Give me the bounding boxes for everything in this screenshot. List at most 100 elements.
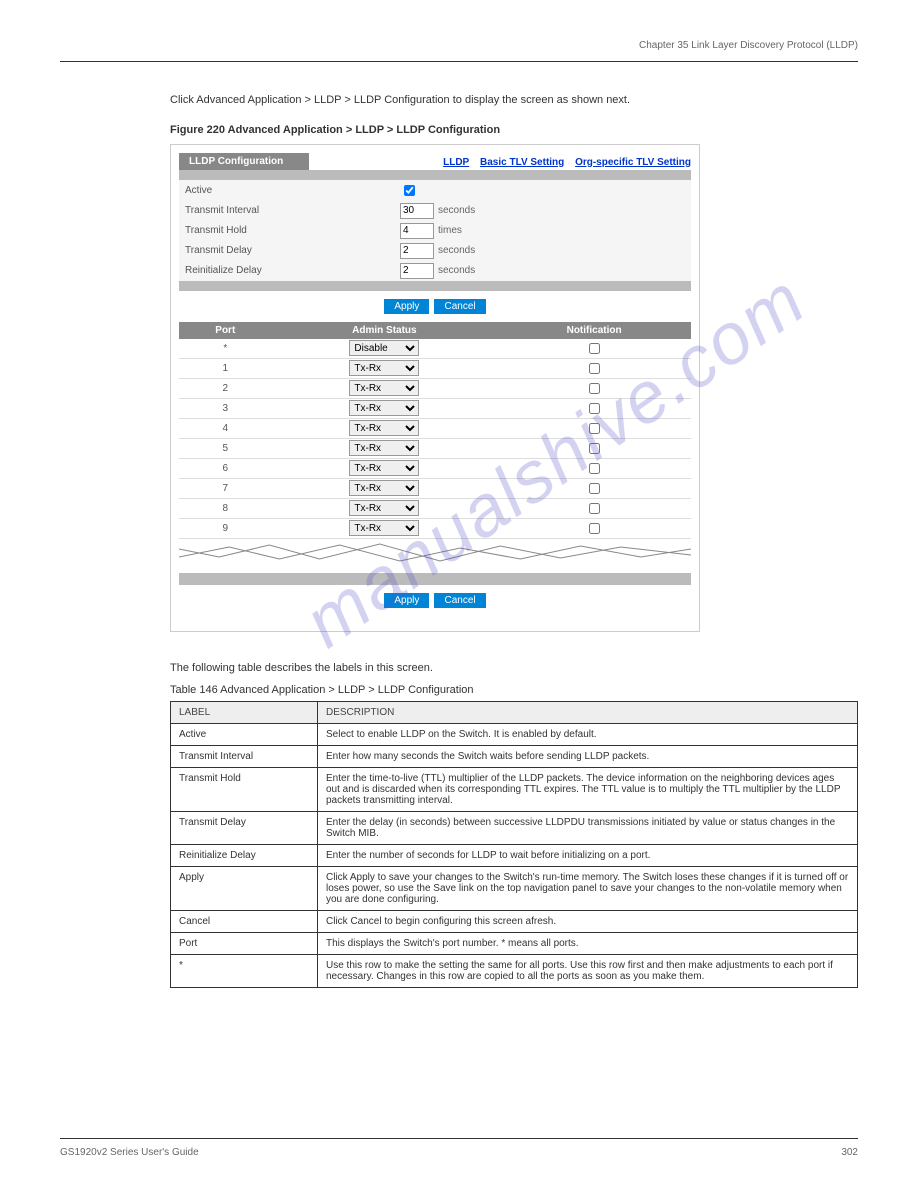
top-links: LLDP Basic TLV Setting Org-specific TLV … xyxy=(435,157,691,168)
tx-interval-input[interactable] xyxy=(400,203,434,219)
footer-right: 302 xyxy=(841,1147,858,1158)
link-basic-tlv[interactable]: Basic TLV Setting xyxy=(480,157,564,168)
table-row: 8 Tx-Rx xyxy=(179,498,691,518)
page-header: Chapter 35 Link Layer Discovery Protocol… xyxy=(60,40,858,62)
col-admin: Admin Status xyxy=(272,322,498,339)
table-row: Transmit DelayEnter the delay (in second… xyxy=(171,811,858,844)
admin-status-select[interactable]: Tx-Rx xyxy=(349,520,419,536)
figure-title: Figure 220 Advanced Application > LLDP >… xyxy=(170,124,858,136)
notification-checkbox[interactable] xyxy=(589,503,600,514)
tx-delay-label: Transmit Delay xyxy=(185,245,400,256)
tx-interval-label: Transmit Interval xyxy=(185,205,400,216)
table-row: PortThis displays the Switch's port numb… xyxy=(171,932,858,954)
desc-text-cell: Enter the delay (in seconds) between suc… xyxy=(318,811,858,844)
port-cell: 8 xyxy=(179,498,272,518)
desc-label-cell: Transmit Delay xyxy=(171,811,318,844)
table-row: 9 Tx-Rx xyxy=(179,518,691,538)
admin-status-select[interactable]: Tx-Rx xyxy=(349,420,419,436)
notification-checkbox[interactable] xyxy=(589,483,600,494)
tx-hold-unit: times xyxy=(438,225,462,236)
table-row: Transmit IntervalEnter how many seconds … xyxy=(171,745,858,767)
reinit-delay-label: Reinitialize Delay xyxy=(185,265,400,276)
config-tab: LLDP Configuration xyxy=(179,153,309,170)
table-row: ActiveSelect to enable LLDP on the Switc… xyxy=(171,723,858,745)
active-label: Active xyxy=(185,185,400,196)
admin-status-select[interactable]: Tx-Rx xyxy=(349,400,419,416)
admin-status-select[interactable]: Tx-Rx xyxy=(349,440,419,456)
col-port: Port xyxy=(179,322,272,339)
port-cell: 4 xyxy=(179,418,272,438)
page-footer: GS1920v2 Series User's Guide 302 xyxy=(60,1138,858,1158)
footer-left: GS1920v2 Series User's Guide xyxy=(60,1147,199,1158)
reinit-delay-input[interactable] xyxy=(400,263,434,279)
table-row: 5 Tx-Rx xyxy=(179,438,691,458)
col-notif: Notification xyxy=(497,322,691,339)
table-row: 6Tx-Rx xyxy=(179,458,691,478)
port-cell: 1 xyxy=(179,358,272,378)
table-row: Reinitialize DelayEnter the number of se… xyxy=(171,844,858,866)
desc-text-cell: Select to enable LLDP on the Switch. It … xyxy=(318,723,858,745)
desc-label-cell: Active xyxy=(171,723,318,745)
intro-text: Click Advanced Application > LLDP > LLDP… xyxy=(170,92,858,109)
notification-checkbox[interactable] xyxy=(589,383,600,394)
cancel-button-bottom[interactable]: Cancel xyxy=(434,593,485,608)
tx-interval-unit: seconds xyxy=(438,205,475,216)
desc-text-cell: Enter the number of seconds for LLDP to … xyxy=(318,844,858,866)
desc-head-label: LABEL xyxy=(171,701,318,723)
notification-checkbox[interactable] xyxy=(589,403,600,414)
tx-delay-input[interactable] xyxy=(400,243,434,259)
active-checkbox[interactable] xyxy=(404,185,415,196)
description-table: LABEL DESCRIPTION ActiveSelect to enable… xyxy=(170,701,858,988)
desc-label-cell: Cancel xyxy=(171,910,318,932)
table-row: ApplyClick Apply to save your changes to… xyxy=(171,866,858,910)
admin-status-select[interactable]: Tx-Rx xyxy=(349,360,419,376)
desc-label-cell: Transmit Hold xyxy=(171,767,318,811)
desc-intro: The following table describes the labels… xyxy=(170,662,858,674)
admin-status-select[interactable]: Disable xyxy=(349,340,419,356)
desc-head-desc: DESCRIPTION xyxy=(318,701,858,723)
desc-text-cell: Use this row to make the setting the sam… xyxy=(318,954,858,987)
port-cell: 9 xyxy=(179,518,272,538)
desc-label-cell: * xyxy=(171,954,318,987)
notification-checkbox[interactable] xyxy=(589,343,600,354)
tx-delay-unit: seconds xyxy=(438,245,475,256)
desc-label-cell: Port xyxy=(171,932,318,954)
notification-checkbox[interactable] xyxy=(589,363,600,374)
torn-edge xyxy=(179,539,691,569)
notification-checkbox[interactable] xyxy=(589,523,600,534)
reinit-delay-unit: seconds xyxy=(438,265,475,276)
form-block: Active Transmit Interval seconds Transmi… xyxy=(179,180,691,281)
table-row: 7 Tx-Rx xyxy=(179,478,691,498)
admin-status-select[interactable]: Tx-Rx xyxy=(349,380,419,396)
desc-text-cell: Click Apply to save your changes to the … xyxy=(318,866,858,910)
port-cell: 5 xyxy=(179,438,272,458)
desc-label-cell: Transmit Interval xyxy=(171,745,318,767)
table-row: CancelClick Cancel to begin configuring … xyxy=(171,910,858,932)
notification-checkbox[interactable] xyxy=(589,423,600,434)
apply-button-bottom[interactable]: Apply xyxy=(384,593,429,608)
desc-label-cell: Reinitialize Delay xyxy=(171,844,318,866)
admin-status-select[interactable]: Tx-Rx xyxy=(349,480,419,496)
header-right: Chapter 35 Link Layer Discovery Protocol… xyxy=(639,40,858,51)
desc-text-cell: Enter how many seconds the Switch waits … xyxy=(318,745,858,767)
table-row: *Disable xyxy=(179,339,691,359)
table-row: *Use this row to make the setting the sa… xyxy=(171,954,858,987)
port-cell: 7 xyxy=(179,478,272,498)
table-row: Transmit HoldEnter the time-to-live (TTL… xyxy=(171,767,858,811)
link-lldp[interactable]: LLDP xyxy=(443,157,469,168)
cancel-button-top[interactable]: Cancel xyxy=(434,299,485,314)
port-table: Port Admin Status Notification *Disable1… xyxy=(179,322,691,539)
apply-button-top[interactable]: Apply xyxy=(384,299,429,314)
tx-hold-input[interactable] xyxy=(400,223,434,239)
link-org-tlv[interactable]: Org-specific TLV Setting xyxy=(575,157,691,168)
table-row: 1 Tx-Rx xyxy=(179,358,691,378)
table-row: 2Tx-Rx xyxy=(179,378,691,398)
port-cell: 3 xyxy=(179,398,272,418)
desc-text-cell: Enter the time-to-live (TTL) multiplier … xyxy=(318,767,858,811)
notification-checkbox[interactable] xyxy=(589,443,600,454)
admin-status-select[interactable]: Tx-Rx xyxy=(349,500,419,516)
notification-checkbox[interactable] xyxy=(589,463,600,474)
table-row: 4 Tx-Rx xyxy=(179,418,691,438)
desc-text-cell: Click Cancel to begin configuring this s… xyxy=(318,910,858,932)
admin-status-select[interactable]: Tx-Rx xyxy=(349,460,419,476)
